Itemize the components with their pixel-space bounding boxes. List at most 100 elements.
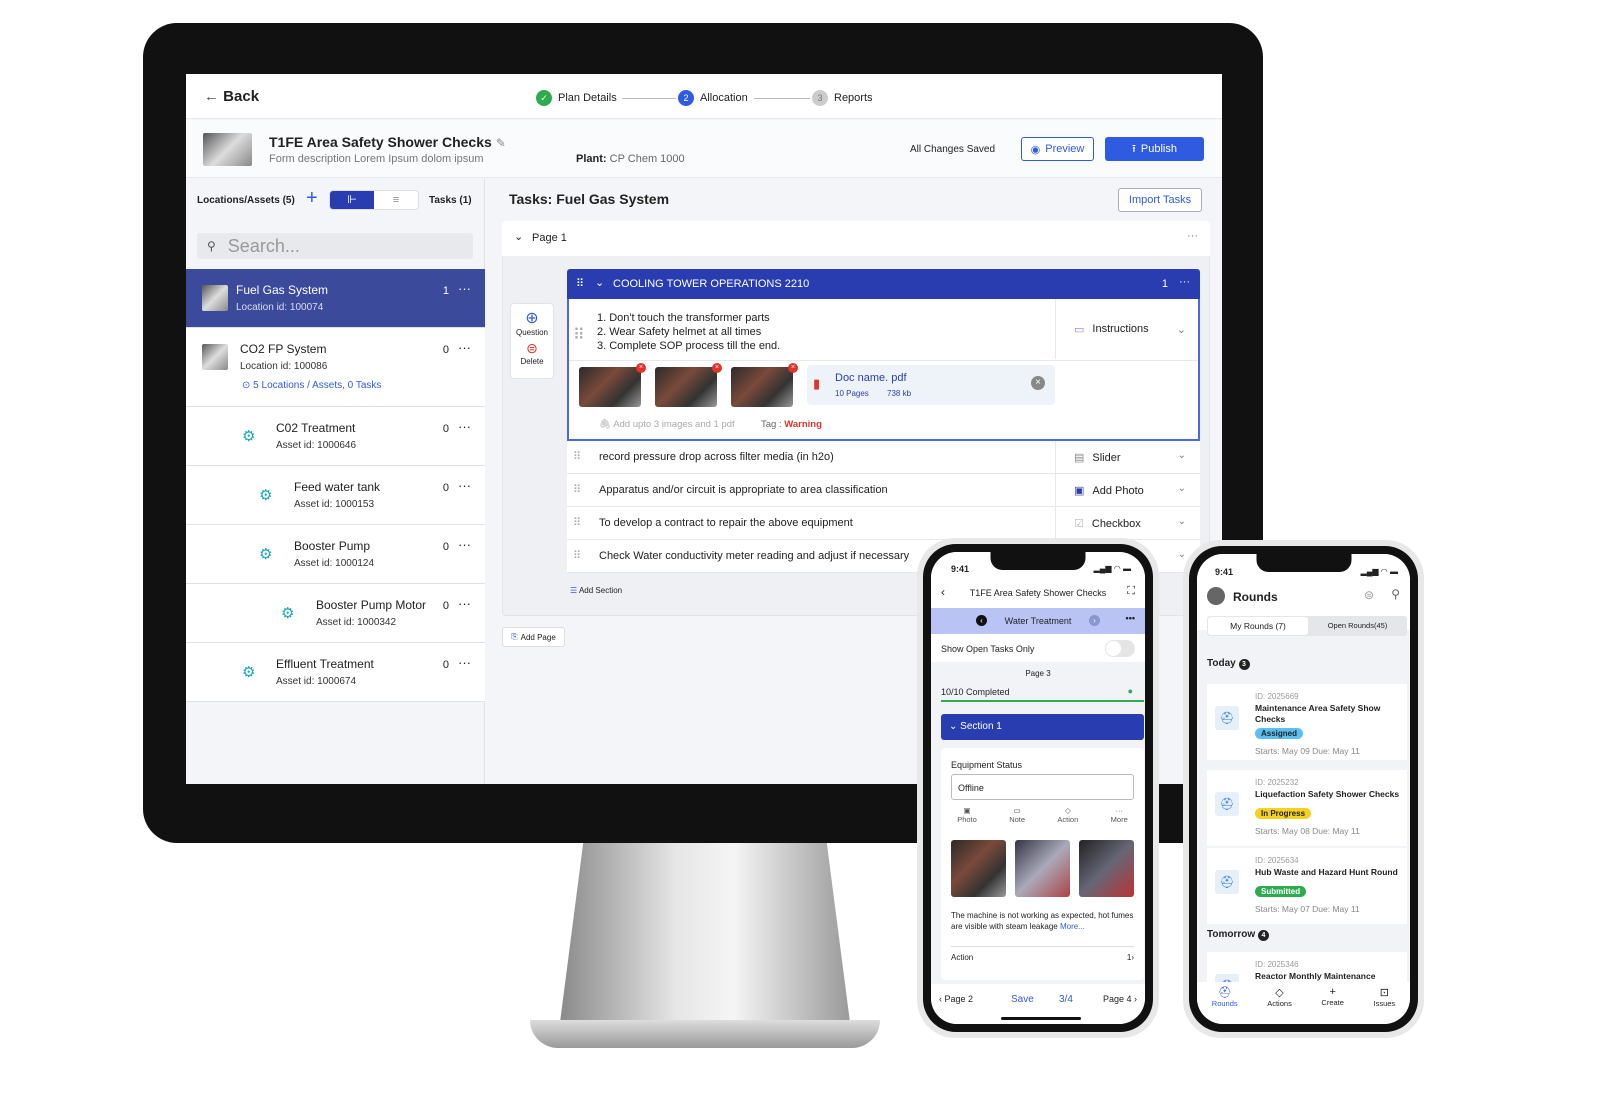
- instruction-question[interactable]: ⠿ 1. Don't touch the transformer parts 2.…: [567, 299, 1200, 441]
- more-icon[interactable]: ···: [458, 655, 471, 670]
- equipment-status-input[interactable]: Offline: [951, 774, 1134, 800]
- tab-my-rounds[interactable]: My Rounds (7): [1208, 617, 1308, 635]
- asset-item-co2-treatment[interactable]: ⚙ C02 Treatment Asset id: 1000646 0 ···: [186, 407, 485, 466]
- add-location-button[interactable]: +: [306, 187, 318, 210]
- attached-image[interactable]: [579, 367, 641, 407]
- prev-page-button[interactable]: ‹ Page 2: [939, 994, 973, 1004]
- asset-item-booster-pump-motor[interactable]: ⚙ Booster Pump Motor Asset id: 1000342 0…: [186, 584, 485, 643]
- search-input[interactable]: ⚲ Search...: [197, 233, 473, 259]
- more-icon[interactable]: ···: [1187, 230, 1198, 242]
- chevron-down-icon[interactable]: ⌄: [514, 230, 523, 243]
- more-icon[interactable]: ···: [458, 419, 471, 434]
- note-button[interactable]: ▭ Note: [1009, 806, 1025, 824]
- remove-image-icon[interactable]: ×: [712, 363, 722, 373]
- remove-image-icon[interactable]: ×: [636, 363, 646, 373]
- gears-icon: ⚙: [281, 605, 295, 622]
- photo[interactable]: [1079, 840, 1134, 897]
- list-view-icon[interactable]: ≡: [374, 191, 418, 209]
- step-reports[interactable]: 3 Reports: [812, 90, 873, 106]
- photo[interactable]: [951, 840, 1006, 897]
- save-button[interactable]: Save: [1011, 994, 1034, 1005]
- more-link[interactable]: More...: [1060, 922, 1085, 931]
- photo-button[interactable]: ▣ Photo: [957, 806, 977, 824]
- gears-icon: ⚙: [242, 664, 256, 681]
- location-item-fuel-gas-system[interactable]: Fuel Gas System Location id: 100074 1 ··…: [186, 269, 485, 328]
- import-tasks-button[interactable]: Import Tasks: [1118, 188, 1202, 212]
- next-icon[interactable]: ›: [1089, 615, 1100, 626]
- step-plan-details[interactable]: ✓ Plan Details: [536, 90, 617, 106]
- add-page-button[interactable]: ⎘ Add Page: [502, 627, 565, 647]
- drag-handle-icon[interactable]: ⠿: [576, 277, 584, 290]
- more-icon[interactable]: ···: [458, 537, 471, 552]
- more-icon[interactable]: ···: [458, 281, 471, 296]
- more-icon[interactable]: ···: [1179, 276, 1190, 288]
- drag-handle-icon[interactable]: ⠿: [573, 325, 585, 345]
- nav-rounds[interactable]: ⛑ Rounds: [1212, 986, 1238, 1024]
- child-summary-link[interactable]: ⊙ 5 Locations / Assets, 0 Tasks: [242, 380, 381, 391]
- add-question-button[interactable]: ⊕ Question: [511, 308, 553, 337]
- publish-button[interactable]: ⭱ Publish: [1105, 137, 1204, 161]
- form-description: Form description Lorem Ipsum dolom ipsum: [269, 153, 484, 165]
- chevron-down-icon: ⌄: [1176, 323, 1186, 336]
- asset-item-effluent-treatment[interactable]: ⚙ Effluent Treatment Asset id: 1000674 0…: [186, 643, 485, 702]
- chevron-down-icon[interactable]: ⌄: [595, 276, 604, 289]
- status-badge: Assigned: [1255, 728, 1304, 739]
- next-page-button[interactable]: Page 4 ›: [1103, 994, 1137, 1004]
- asset-item-feed-water-tank[interactable]: ⚙ Feed water tank Asset id: 1000153 0 ··…: [186, 466, 485, 525]
- action-button[interactable]: ◇ Action: [1057, 806, 1078, 824]
- nav-create[interactable]: + Create: [1321, 986, 1344, 1024]
- round-card[interactable]: ⛑ ID: 2025634 Hub Waste and Hazard Hunt Ro…: [1207, 848, 1407, 924]
- check-icon: ✓: [536, 90, 552, 106]
- add-section-button[interactable]: ☰ Add Section: [570, 586, 622, 595]
- remove-pdf-icon[interactable]: ×: [1031, 376, 1045, 390]
- tab-open-rounds[interactable]: Open Rounds(45): [1308, 617, 1407, 635]
- round-card[interactable]: ⛑ ID: 2025232 Liquefaction Safety Shower C…: [1207, 770, 1407, 846]
- remove-image-icon[interactable]: ×: [788, 363, 798, 373]
- open-tasks-toggle[interactable]: [1105, 640, 1135, 657]
- search-icon[interactable]: ⚲: [1391, 587, 1400, 601]
- tree-view-icon[interactable]: ⊩: [330, 191, 374, 209]
- section-header[interactable]: ⠿ ⌄ COOLING TOWER OPERATIONS 2210 1 ···: [567, 269, 1200, 299]
- section-header[interactable]: ⌄ Section 1: [941, 714, 1144, 740]
- edit-icon[interactable]: ✎: [496, 136, 506, 150]
- filter-icon[interactable]: ⊜: [1364, 588, 1374, 602]
- upload-icon: ⭱: [1132, 142, 1136, 155]
- more-icon[interactable]: ···: [458, 340, 471, 355]
- task-row[interactable]: ⠿ Apparatus and/or circuit is appropriate…: [567, 474, 1200, 507]
- form-header: T1FE Area Safety Shower Checks ✎ Form de…: [186, 120, 1222, 178]
- status-time: 9:41: [1215, 567, 1234, 577]
- round-card[interactable]: ⛑ ID: 2025669 Maintenance Area Safety Show…: [1207, 684, 1407, 760]
- more-icon[interactable]: ···: [458, 478, 471, 493]
- view-toggle[interactable]: ⊩ ≡: [329, 190, 419, 210]
- step-allocation[interactable]: 2 Allocation: [678, 90, 748, 106]
- nav-actions[interactable]: ◇ Actions: [1267, 986, 1292, 1024]
- asset-item-booster-pump[interactable]: ⚙ Booster Pump Asset id: 1000124 0 ···: [186, 525, 485, 584]
- photo[interactable]: [1015, 840, 1070, 897]
- delete-button[interactable]: ⊜ Delete: [511, 340, 553, 366]
- paperclip-icon: 🖇: [599, 419, 612, 430]
- task-row[interactable]: ⠿ To develop a contract to repair the abo…: [567, 507, 1200, 540]
- avatar[interactable]: [1207, 587, 1225, 605]
- hard-hat-icon: ⛑: [1217, 987, 1232, 999]
- preview-button[interactable]: ◉ Preview: [1021, 137, 1094, 161]
- more-button[interactable]: ··· More: [1111, 806, 1128, 824]
- locations-panel: Locations/Assets (5) + ⊩ ≡ Tasks (1) ⚲ S…: [186, 179, 485, 784]
- action-row[interactable]: Action 1›: [951, 946, 1134, 962]
- plus-icon: +: [1329, 986, 1336, 998]
- more-icon[interactable]: •••: [1126, 613, 1135, 623]
- attached-image[interactable]: [731, 367, 793, 407]
- scan-icon[interactable]: ⛶: [1127, 585, 1135, 598]
- gears-icon: ⚙: [259, 487, 273, 504]
- more-icon[interactable]: ···: [458, 596, 471, 611]
- back-button[interactable]: ← Back: [204, 88, 259, 105]
- attach-link[interactable]: 🖇 Add upto 3 images and 1 pdf: [599, 419, 735, 430]
- attached-image[interactable]: [655, 367, 717, 407]
- page-header[interactable]: ⌄ Page 1 ···: [502, 221, 1210, 256]
- question-type-select[interactable]: ▭ Instructions ⌄: [1055, 299, 1200, 359]
- attached-pdf[interactable]: ▮ Doc name. pdf 10 Pages 738 kb ×: [807, 365, 1055, 405]
- nav-issues[interactable]: ⊡ Issues: [1374, 986, 1396, 1024]
- page-icon: ⎘: [511, 632, 518, 641]
- task-row[interactable]: ⠿ record pressure drop across filter medi…: [567, 441, 1200, 474]
- status-icons: ▂▄▆ ◠ ▬: [1093, 564, 1131, 573]
- location-item-co2-fp-system[interactable]: CO2 FP System Location id: 100086 ⊙ 5 Lo…: [186, 328, 485, 407]
